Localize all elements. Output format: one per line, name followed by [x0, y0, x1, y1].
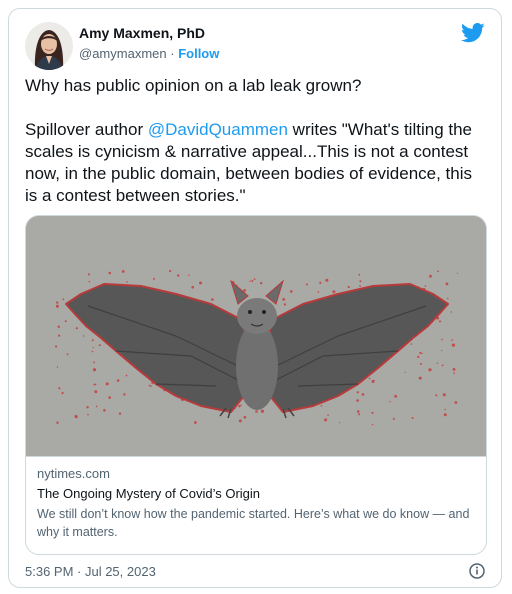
- tweet-line-1: Why has public opinion on a lab leak gro…: [25, 76, 362, 95]
- tweet-text: Why has public opinion on a lab leak gro…: [25, 75, 487, 207]
- tweet-timestamp[interactable]: 5:36 PM · Jul 25, 2023: [25, 564, 156, 579]
- article-image[interactable]: [26, 216, 486, 456]
- author-name[interactable]: Amy Maxmen, PhD: [79, 25, 205, 41]
- link-preview-card[interactable]: nytimes.com The Ongoing Mystery of Covid…: [25, 215, 487, 555]
- mention-link[interactable]: @DavidQuammen: [148, 120, 288, 139]
- follow-button[interactable]: Follow: [178, 46, 219, 61]
- separator-dot: ·: [170, 46, 175, 61]
- link-description: We still don’t know how the pandemic sta…: [37, 507, 470, 539]
- tweet-prefix: Spillover author: [25, 120, 148, 139]
- twitter-bird-icon[interactable]: [461, 23, 485, 43]
- avatar[interactable]: [25, 22, 73, 70]
- link-domain: nytimes.com: [37, 466, 110, 481]
- info-icon[interactable]: [469, 563, 485, 579]
- link-card-meta: nytimes.com The Ongoing Mystery of Covid…: [26, 456, 486, 554]
- tweet-quote-paragraph: Spillover author @DavidQuammen writes "W…: [25, 119, 487, 207]
- tweet-card: Amy Maxmen, PhD @amymaxmen · Follow Why …: [8, 8, 502, 588]
- author-handle[interactable]: @amymaxmen: [79, 46, 167, 61]
- link-title[interactable]: The Ongoing Mystery of Covid’s Origin: [37, 486, 477, 501]
- author-handle-row: @amymaxmen · Follow: [79, 46, 219, 61]
